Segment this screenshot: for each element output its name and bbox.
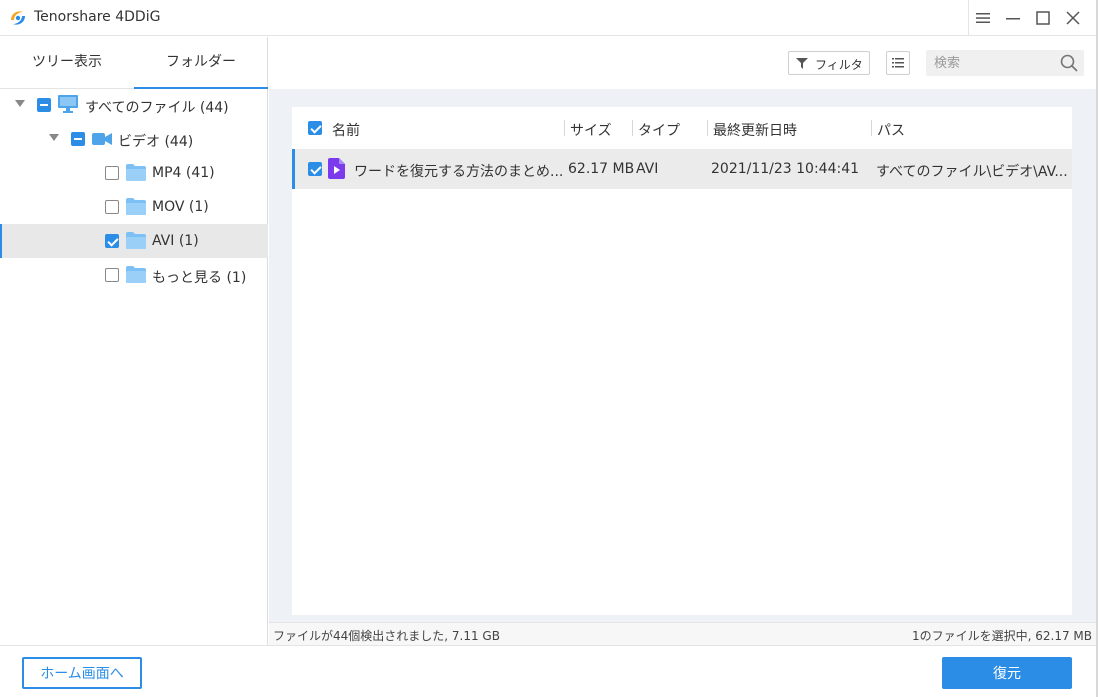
tree-label-all-files: すべてのファイル (44) xyxy=(85,100,229,116)
tree-item-mov[interactable]: MOV (1) xyxy=(0,190,268,224)
tree-item-mp4[interactable]: MP4 (41) xyxy=(0,156,268,190)
column-header-type[interactable]: タイプ xyxy=(638,120,680,140)
tab-folder[interactable]: フォルダー xyxy=(134,37,268,89)
app-title: Tenorshare 4DDiG xyxy=(34,9,161,25)
recover-button[interactable]: 復元 xyxy=(942,657,1072,689)
checkbox-more[interactable] xyxy=(105,268,119,282)
maximize-icon[interactable] xyxy=(1033,8,1053,28)
cell-modified: 2021/11/23 10:44:41 xyxy=(711,161,860,177)
folder-icon xyxy=(126,232,146,253)
filter-icon xyxy=(796,58,808,72)
checkbox-all-files[interactable] xyxy=(37,98,51,112)
left-panel: ツリー表示 フォルダー すべてのファイル (44) ビデオ (44) MP4 (… xyxy=(0,37,268,645)
column-divider xyxy=(871,120,872,136)
row-checkbox[interactable] xyxy=(308,162,322,176)
video-icon xyxy=(92,132,112,150)
table-row[interactable]: ワードを復元する方法のまとめ... 62.17 MB AVI 2021/11/2… xyxy=(292,149,1072,189)
close-icon[interactable] xyxy=(1063,8,1083,28)
tree-label-mov: MOV (1) xyxy=(152,199,209,215)
window-controls-divider xyxy=(968,0,969,36)
video-file-icon xyxy=(328,158,345,179)
expand-arrow-icon[interactable] xyxy=(15,100,25,107)
search-icon[interactable] xyxy=(1060,54,1078,76)
tree-item-video[interactable]: ビデオ (44) xyxy=(0,122,268,156)
computer-icon xyxy=(58,95,78,117)
status-selected-count: 1のファイルを選択中, 62.17 MB xyxy=(911,629,1092,643)
filter-label: フィルタ xyxy=(815,58,863,72)
tree-label-more: もっと見る (1) xyxy=(152,270,247,286)
status-found-count: ファイルが44個検出されました, 7.11 GB xyxy=(273,629,500,643)
column-header-size[interactable]: サイズ xyxy=(570,120,612,140)
checkbox-avi[interactable] xyxy=(105,234,119,248)
tree-label-avi: AVI (1) xyxy=(152,233,199,249)
folder-icon xyxy=(126,266,146,287)
title-bar: Tenorshare 4DDiG xyxy=(0,0,1098,36)
toolbar: フィルタ xyxy=(269,37,1098,89)
tree-label-mp4: MP4 (41) xyxy=(152,165,215,181)
list-view-icon[interactable] xyxy=(886,51,910,75)
tree-item-avi[interactable]: AVI (1) xyxy=(0,224,268,258)
cell-type: AVI xyxy=(636,161,659,177)
column-header-path[interactable]: パス xyxy=(877,120,905,140)
cell-path: すべてのファイル\ビデオ\AV... xyxy=(876,164,1068,180)
filter-button[interactable]: フィルタ xyxy=(788,51,870,75)
status-bar: ファイルが44個検出されました, 7.11 GB 1のファイルを選択中, 62.… xyxy=(269,622,1098,645)
cell-size: 62.17 MB xyxy=(568,161,635,177)
tab-tree-view[interactable]: ツリー表示 xyxy=(0,37,134,89)
footer: ホーム画面へ 復元 xyxy=(0,645,1098,697)
folder-icon xyxy=(126,198,146,219)
column-header-name[interactable]: 名前 xyxy=(332,120,360,140)
expand-arrow-icon[interactable] xyxy=(49,134,59,141)
tree-item-all-files[interactable]: すべてのファイル (44) xyxy=(0,88,268,122)
home-button[interactable]: ホーム画面へ xyxy=(22,657,142,689)
view-tabs: ツリー表示 フォルダー xyxy=(0,37,268,89)
checkbox-mp4[interactable] xyxy=(105,166,119,180)
minimize-icon[interactable] xyxy=(1003,8,1023,28)
checkbox-video[interactable] xyxy=(71,132,85,146)
folder-icon xyxy=(126,164,146,185)
menu-icon[interactable] xyxy=(973,8,993,28)
app-logo-icon xyxy=(8,8,28,28)
select-all-checkbox[interactable] xyxy=(308,121,322,135)
cell-name: ワードを復元する方法のまとめ... xyxy=(354,164,564,180)
file-list: 名前 サイズ タイプ 最終更新日時 パス ワードを復元する方法のまとめ... 6… xyxy=(292,107,1072,615)
column-divider xyxy=(632,120,633,136)
tree-label-video: ビデオ (44) xyxy=(118,134,194,150)
column-divider xyxy=(564,120,565,136)
list-header: 名前 サイズ タイプ 最終更新日時 パス xyxy=(292,107,1072,149)
checkbox-mov[interactable] xyxy=(105,200,119,214)
search-box xyxy=(926,50,1084,76)
tree-item-more[interactable]: もっと見る (1) xyxy=(0,258,268,292)
column-divider xyxy=(707,120,708,136)
column-header-modified[interactable]: 最終更新日時 xyxy=(713,120,797,140)
search-input[interactable] xyxy=(926,50,1056,76)
